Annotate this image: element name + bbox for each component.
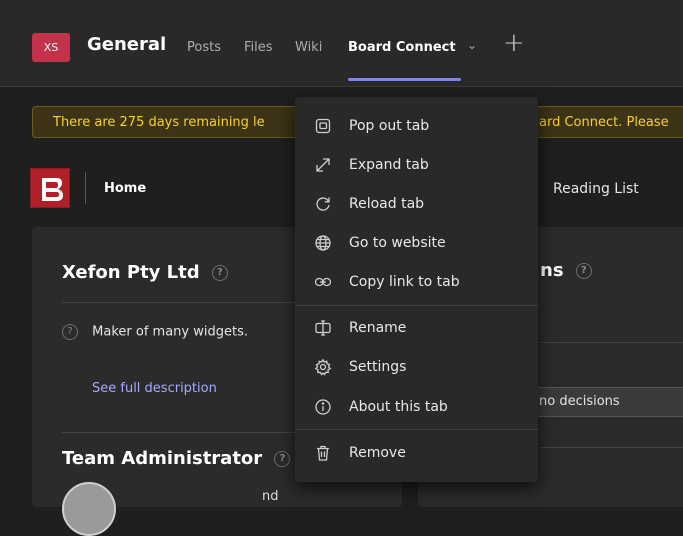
menu-label: Pop out tab bbox=[349, 118, 430, 134]
divider bbox=[62, 302, 302, 303]
team-admin-label: Team Administrator bbox=[62, 448, 263, 469]
globe-icon bbox=[313, 233, 333, 253]
divider bbox=[540, 447, 683, 448]
trash-icon bbox=[313, 443, 333, 463]
menu-label: Go to website bbox=[349, 235, 446, 251]
divider bbox=[540, 342, 683, 343]
decisions-title: ns ? bbox=[540, 260, 592, 281]
active-tab-indicator bbox=[348, 78, 461, 81]
menu-label: Reload tab bbox=[349, 196, 425, 212]
expand-icon bbox=[313, 155, 333, 175]
menu-item-about-this-tab[interactable]: About this tab bbox=[295, 390, 538, 424]
decisions-status: no decisions bbox=[518, 387, 683, 417]
menu-item-pop-out-tab[interactable]: Pop out tab bbox=[295, 109, 538, 143]
menu-separator bbox=[295, 429, 538, 430]
tab-files[interactable]: Files bbox=[244, 40, 273, 55]
menu-label: Remove bbox=[349, 445, 406, 461]
help-icon[interactable]: ? bbox=[274, 451, 291, 467]
menu-item-copy-link[interactable]: Copy link to tab bbox=[295, 265, 538, 299]
navbar-divider bbox=[85, 172, 86, 204]
pop-out-icon bbox=[313, 116, 333, 136]
company-title: Xefon Pty Ltd ? bbox=[62, 262, 228, 283]
company-description: ? Maker of many widgets. bbox=[62, 324, 248, 340]
decisions-title-text: ns bbox=[540, 260, 564, 281]
channel-header: XS General Posts Files Wiki Board Connec… bbox=[0, 0, 683, 87]
reload-icon bbox=[313, 194, 333, 214]
board-connect-logo[interactable] bbox=[30, 168, 70, 208]
channel-name: General bbox=[87, 34, 167, 55]
team-avatar[interactable]: XS bbox=[32, 33, 70, 62]
banner-text-right: ard Connect. Please bbox=[539, 115, 669, 130]
home-link[interactable]: Home bbox=[104, 181, 146, 196]
menu-label: Rename bbox=[349, 320, 407, 336]
menu-item-expand-tab[interactable]: Expand tab bbox=[295, 148, 538, 182]
rename-icon bbox=[313, 318, 333, 338]
menu-separator bbox=[295, 305, 538, 306]
add-tab-icon[interactable]: + bbox=[503, 28, 525, 58]
info-icon bbox=[313, 397, 333, 417]
menu-label: Copy link to tab bbox=[349, 274, 460, 290]
banner-text-left: There are 275 days remaining le bbox=[53, 115, 265, 130]
tab-posts[interactable]: Posts bbox=[187, 40, 221, 55]
chevron-down-icon[interactable]: ⌄ bbox=[467, 38, 477, 52]
help-icon[interactable]: ? bbox=[575, 263, 592, 279]
description-text: Maker of many widgets. bbox=[92, 324, 248, 340]
menu-item-go-to-website[interactable]: Go to website bbox=[295, 226, 538, 260]
admin-avatar bbox=[62, 482, 116, 536]
team-admin-title: Team Administrator ? bbox=[62, 448, 291, 469]
reading-list-link[interactable]: Reading List bbox=[553, 181, 639, 197]
tab-wiki[interactable]: Wiki bbox=[295, 40, 322, 55]
menu-item-reload-tab[interactable]: Reload tab bbox=[295, 187, 538, 221]
link-icon bbox=[313, 272, 333, 292]
help-icon[interactable]: ? bbox=[211, 265, 228, 281]
menu-item-remove[interactable]: Remove bbox=[295, 436, 538, 470]
menu-item-rename[interactable]: Rename bbox=[295, 311, 538, 345]
tab-context-menu: Pop out tab Expand tab Reload tab Go to … bbox=[295, 97, 538, 482]
menu-label: Settings bbox=[349, 359, 407, 375]
gear-icon bbox=[313, 357, 333, 377]
menu-label: About this tab bbox=[349, 399, 448, 415]
company-name: Xefon Pty Ltd bbox=[62, 262, 200, 283]
tab-board-connect[interactable]: Board Connect bbox=[348, 40, 456, 55]
see-full-description-link[interactable]: See full description bbox=[92, 381, 217, 396]
help-icon[interactable]: ? bbox=[62, 324, 78, 340]
divider bbox=[62, 432, 302, 433]
menu-label: Expand tab bbox=[349, 157, 429, 173]
menu-item-settings[interactable]: Settings bbox=[295, 350, 538, 384]
